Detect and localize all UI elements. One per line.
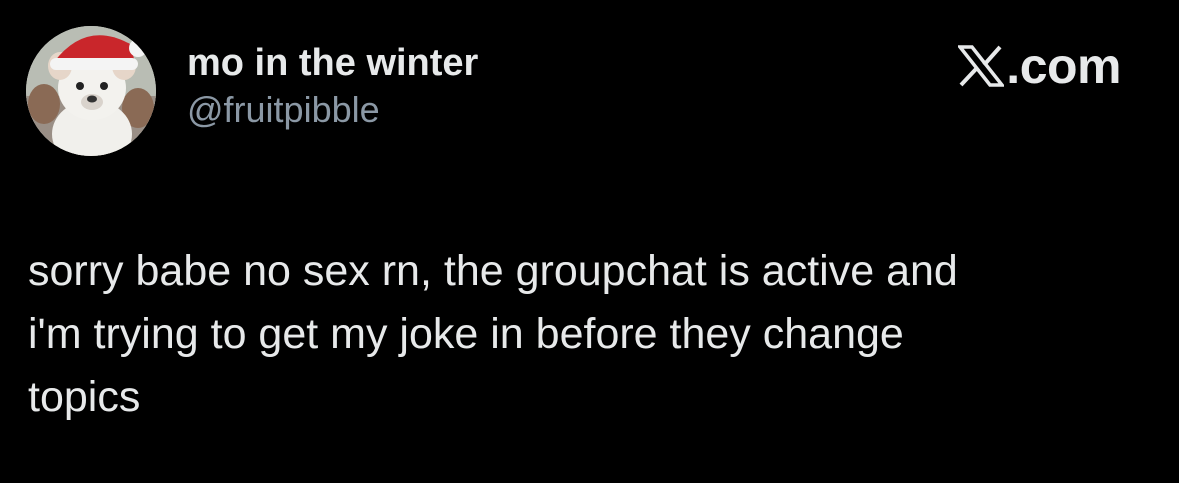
author-info: mo in the winter @fruitpibble [187,40,478,132]
tweet-card: mo in the winter @fruitpibble .com sorry… [0,0,1179,483]
x-logo-icon [958,45,1005,87]
brand-watermark: .com [958,38,1121,94]
puppy-santa-hat-avatar [26,26,156,156]
user-handle[interactable]: @fruitpibble [187,88,478,132]
display-name[interactable]: mo in the winter [187,40,478,86]
tweet-text: sorry babe no sex rn, the groupchat is a… [28,247,958,421]
brand-text: .com [1006,38,1121,94]
avatar[interactable] [26,26,156,156]
